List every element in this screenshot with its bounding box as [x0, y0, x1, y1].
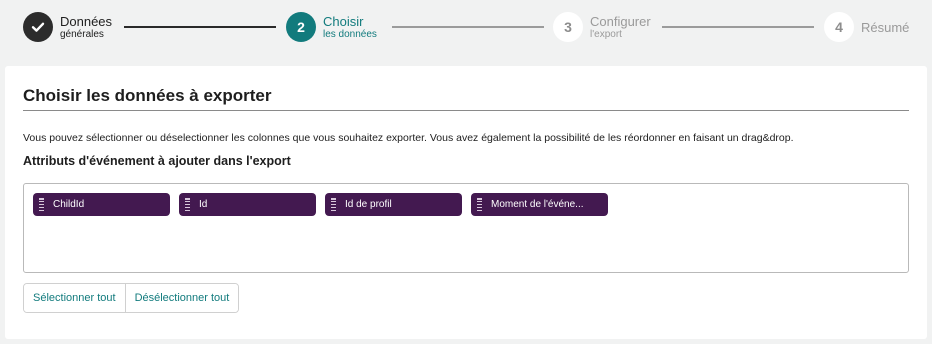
drag-handle-icon[interactable]: [331, 198, 336, 211]
title-divider: [23, 110, 909, 111]
step-connector: [124, 26, 276, 28]
step-connector: [662, 26, 814, 28]
chip-label: Id de profil: [345, 199, 392, 210]
attribute-chip-profile-id[interactable]: Id de profil: [325, 193, 462, 216]
attributes-dropzone[interactable]: ChildId Id Id de profil Moment de l'évén…: [23, 183, 909, 273]
step-title: Résumé: [861, 19, 910, 35]
select-all-button[interactable]: Sélectionner tout: [24, 284, 125, 312]
deselect-all-button[interactable]: Désélectionner tout: [124, 284, 239, 312]
step-title: Configurer: [590, 13, 651, 29]
step-title: Choisir: [323, 13, 364, 29]
step-summary[interactable]: 4 Résumé: [824, 10, 909, 44]
page-title: Choisir les données à exporter: [23, 86, 272, 105]
check-icon: [31, 22, 45, 32]
attribute-chip-childid[interactable]: ChildId: [33, 193, 170, 216]
instructions-text: Vous pouvez sélectionner ou déselectionn…: [23, 132, 794, 144]
step-title: Données: [60, 13, 113, 29]
step-number: 4: [824, 12, 854, 42]
step-number: 2: [286, 12, 316, 42]
step-configure[interactable]: 3 Configurer l'export: [553, 10, 651, 44]
step-subtitle: générales: [60, 28, 104, 40]
step-general-data[interactable]: Données générales: [23, 10, 112, 44]
export-data-card: Choisir les données à exporter Vous pouv…: [5, 66, 927, 339]
attribute-chip-id[interactable]: Id: [179, 193, 316, 216]
attributes-heading: Attributs d'événement à ajouter dans l'e…: [23, 154, 291, 168]
step-complete-circle: [23, 12, 53, 42]
step-subtitle: les données: [323, 28, 377, 40]
drag-handle-icon[interactable]: [39, 198, 44, 211]
step-choose-data[interactable]: 2 Choisir les données: [286, 10, 377, 44]
chip-label: Moment de l'événe...: [491, 199, 584, 210]
step-connector: [392, 26, 544, 28]
step-subtitle: l'export: [590, 28, 622, 40]
drag-handle-icon[interactable]: [185, 198, 190, 211]
selection-button-group: Sélectionner tout Désélectionner tout: [23, 283, 240, 313]
chip-label: ChildId: [53, 199, 85, 210]
step-number: 3: [553, 12, 583, 42]
export-stepper: Données générales 2 Choisir les données …: [0, 0, 932, 56]
drag-handle-icon[interactable]: [477, 198, 482, 211]
attribute-chip-event-time[interactable]: Moment de l'événe...: [471, 193, 608, 216]
chip-label: Id: [199, 199, 208, 210]
